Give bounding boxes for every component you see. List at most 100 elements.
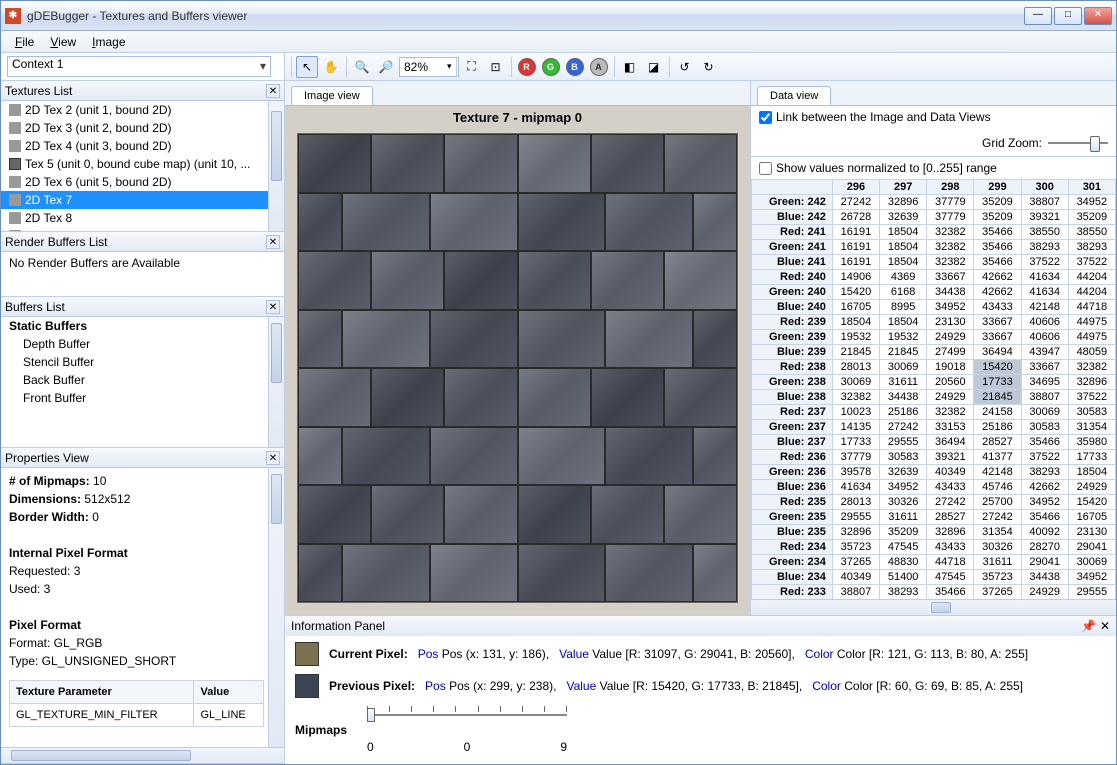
row-header[interactable]: Red: 236 — [752, 450, 833, 465]
data-cell[interactable]: 44975 — [1068, 315, 1115, 330]
data-cell[interactable]: 28527 — [927, 510, 974, 525]
data-cell[interactable]: 30326 — [880, 495, 927, 510]
grayscale-icon[interactable]: ◧ — [619, 56, 641, 78]
scrollbar[interactable] — [268, 101, 284, 231]
data-cell[interactable]: 30069 — [1068, 555, 1115, 570]
row-header[interactable]: Red: 240 — [752, 270, 833, 285]
data-cell[interactable]: 37265 — [832, 555, 879, 570]
data-cell[interactable]: 30583 — [1068, 405, 1115, 420]
data-cell[interactable]: 43433 — [927, 540, 974, 555]
data-cell[interactable]: 24929 — [927, 390, 974, 405]
data-cell[interactable]: 39321 — [1021, 210, 1068, 225]
data-cell[interactable]: 40092 — [1021, 525, 1068, 540]
row-header[interactable]: Red: 234 — [752, 540, 833, 555]
data-cell[interactable]: 32382 — [832, 390, 879, 405]
data-cell[interactable]: 41634 — [832, 480, 879, 495]
buffer-stencil[interactable]: Stencil Buffer — [1, 353, 284, 371]
data-cell[interactable]: 35209 — [974, 195, 1021, 210]
data-cell[interactable]: 33667 — [1021, 360, 1068, 375]
data-cell[interactable]: 17733 — [832, 435, 879, 450]
data-cell[interactable]: 32896 — [927, 525, 974, 540]
data-cell[interactable]: 31611 — [974, 555, 1021, 570]
data-cell[interactable]: 37522 — [1021, 255, 1068, 270]
data-cell[interactable]: 32639 — [880, 465, 927, 480]
data-cell[interactable]: 36494 — [927, 435, 974, 450]
data-cell[interactable]: 44975 — [1068, 330, 1115, 345]
data-cell[interactable]: 35209 — [1068, 210, 1115, 225]
data-cell[interactable]: 41634 — [1021, 285, 1068, 300]
data-cell[interactable]: 34952 — [927, 300, 974, 315]
row-header[interactable]: Blue: 236 — [752, 480, 833, 495]
data-cell[interactable]: 38293 — [1021, 240, 1068, 255]
data-cell[interactable]: 34952 — [880, 480, 927, 495]
data-cell[interactable]: 44204 — [1068, 285, 1115, 300]
texture-list-item[interactable]: 2D Tex 4 (unit 3, bound 2D) — [1, 137, 284, 155]
data-cell[interactable]: 37779 — [927, 210, 974, 225]
data-cell[interactable]: 35980 — [1068, 435, 1115, 450]
data-cell[interactable]: 30069 — [1021, 405, 1068, 420]
data-cell[interactable]: 30069 — [832, 375, 879, 390]
pointer-tool-icon[interactable]: ↖ — [296, 56, 318, 78]
data-cell[interactable]: 36494 — [974, 345, 1021, 360]
data-cell[interactable]: 16705 — [832, 300, 879, 315]
data-cell[interactable]: 16191 — [832, 240, 879, 255]
props-panel-close[interactable]: ✕ — [266, 451, 280, 465]
data-cell[interactable]: 6168 — [880, 285, 927, 300]
data-grid[interactable]: 296297298299300301Green: 242272423289637… — [751, 179, 1116, 599]
data-cell[interactable]: 18504 — [880, 315, 927, 330]
data-cell[interactable]: 41634 — [1021, 270, 1068, 285]
data-cell[interactable]: 38550 — [1068, 225, 1115, 240]
data-cell[interactable]: 37265 — [974, 585, 1021, 600]
hscrollbar[interactable] — [1, 747, 284, 763]
data-cell[interactable]: 24929 — [1021, 585, 1068, 600]
data-cell[interactable]: 42148 — [1021, 300, 1068, 315]
close-button[interactable]: ✕ — [1084, 7, 1112, 25]
data-cell[interactable]: 35209 — [880, 525, 927, 540]
row-header[interactable]: Red: 238 — [752, 360, 833, 375]
textures-panel-close[interactable]: ✕ — [266, 84, 280, 98]
data-cell[interactable]: 51400 — [880, 570, 927, 585]
row-header[interactable]: Green: 240 — [752, 285, 833, 300]
menu-image[interactable]: Image — [84, 33, 133, 51]
data-cell[interactable]: 18504 — [880, 225, 927, 240]
data-cell[interactable]: 29555 — [832, 510, 879, 525]
data-cell[interactable]: 48059 — [1068, 345, 1115, 360]
channel-b-icon[interactable]: B — [564, 56, 586, 78]
row-header[interactable]: Red: 241 — [752, 225, 833, 240]
grid-zoom-slider[interactable] — [1048, 134, 1108, 152]
data-cell[interactable]: 33667 — [974, 330, 1021, 345]
actual-size-icon[interactable]: ⊡ — [485, 56, 507, 78]
data-cell[interactable]: 24929 — [1068, 480, 1115, 495]
data-cell[interactable]: 32382 — [1068, 360, 1115, 375]
data-cell[interactable]: 47545 — [880, 540, 927, 555]
data-cell[interactable]: 33153 — [927, 420, 974, 435]
buffers-panel-close[interactable]: ✕ — [266, 300, 280, 314]
data-cell[interactable]: 38293 — [880, 585, 927, 600]
data-cell[interactable]: 34695 — [1021, 375, 1068, 390]
data-cell[interactable]: 45746 — [974, 480, 1021, 495]
data-cell[interactable]: 38293 — [1021, 465, 1068, 480]
data-cell[interactable]: 39321 — [927, 450, 974, 465]
column-header[interactable]: 297 — [880, 180, 927, 195]
row-header[interactable]: Red: 239 — [752, 315, 833, 330]
data-cell[interactable]: 21845 — [880, 345, 927, 360]
data-cell[interactable]: 48830 — [880, 555, 927, 570]
data-cell[interactable]: 29041 — [1068, 540, 1115, 555]
data-cell[interactable]: 28270 — [1021, 540, 1068, 555]
data-cell[interactable]: 27499 — [927, 345, 974, 360]
data-cell[interactable]: 15420 — [974, 360, 1021, 375]
row-header[interactable]: Green: 235 — [752, 510, 833, 525]
zoom-in-icon[interactable]: 🔍 — [351, 56, 373, 78]
mipmap-slider[interactable] — [367, 706, 567, 736]
data-cell[interactable]: 34438 — [880, 390, 927, 405]
data-cell[interactable]: 29041 — [1021, 555, 1068, 570]
data-cell[interactable]: 4369 — [880, 270, 927, 285]
buffers-list[interactable]: Static Buffers Depth Buffer Stencil Buff… — [1, 317, 284, 447]
data-cell[interactable]: 27242 — [832, 195, 879, 210]
data-cell[interactable]: 42662 — [974, 285, 1021, 300]
scrollbar[interactable] — [268, 468, 284, 747]
data-cell[interactable]: 43433 — [927, 480, 974, 495]
pin-icon[interactable]: 📌 — [1081, 619, 1096, 633]
data-cell[interactable]: 35466 — [974, 255, 1021, 270]
row-header[interactable]: Green: 239 — [752, 330, 833, 345]
